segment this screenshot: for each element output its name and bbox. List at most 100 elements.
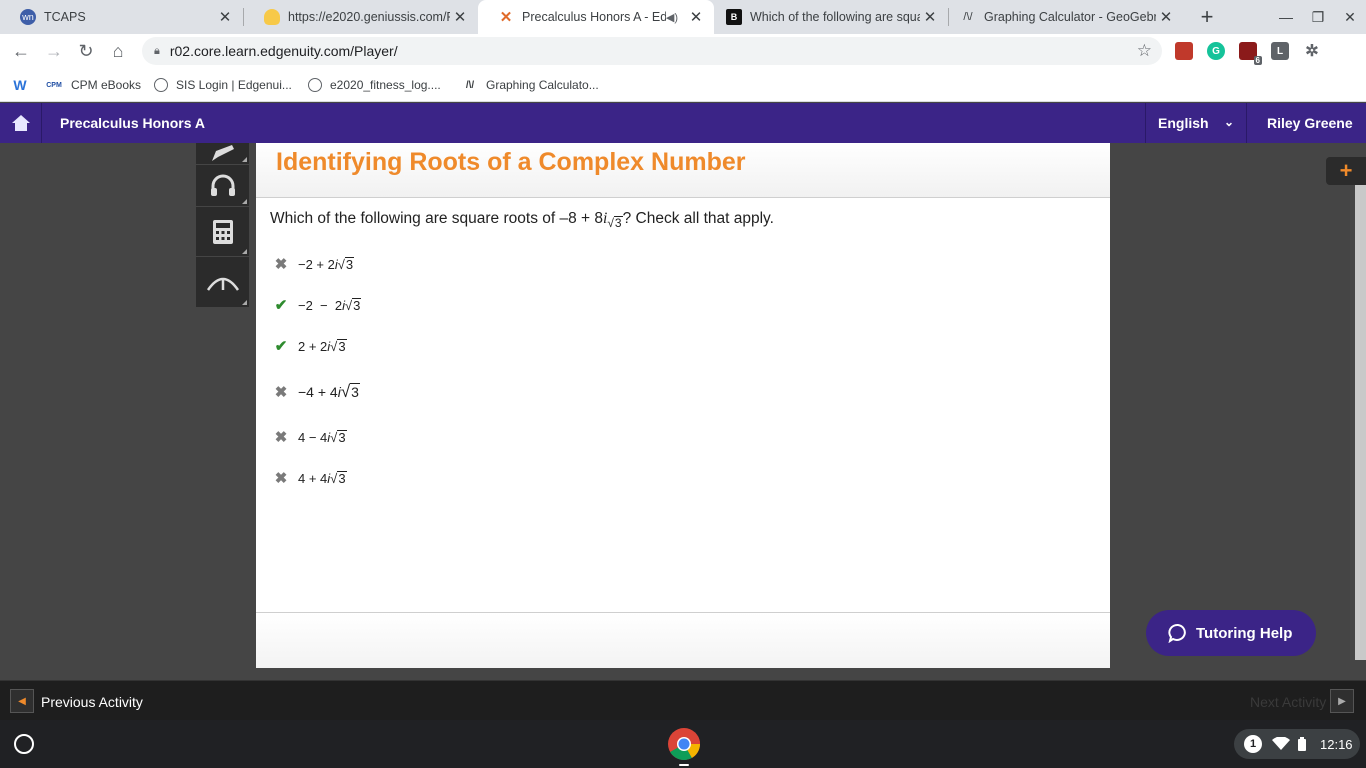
imaginary-unit: i bbox=[327, 338, 331, 354]
browser-toolbar: ← → ↻ ⌂ 🔒︎ r02.core.learn.edgenuity.com/… bbox=[0, 34, 1366, 68]
bookmarks-bar: W CPM CPM eBooks SIS Login | Edgenui... … bbox=[0, 68, 1366, 102]
puzzle-extensions-icon[interactable]: ✲ bbox=[1303, 42, 1321, 60]
chevron-down-icon: ⌄ bbox=[1223, 115, 1234, 129]
tab-title: https://e2020.geniussis.com/F bbox=[288, 10, 450, 24]
expand-plus-button[interactable]: + bbox=[1326, 157, 1366, 185]
expr-part: −4 + 4 bbox=[298, 384, 338, 400]
answer-option[interactable]: ✔ −2 − 2i√3 bbox=[272, 296, 362, 314]
launcher-icon[interactable] bbox=[14, 734, 34, 754]
new-tab-button[interactable]: + bbox=[1195, 4, 1219, 29]
home-button[interactable] bbox=[0, 103, 42, 143]
tutoring-help-button[interactable]: Tutoring Help bbox=[1146, 610, 1316, 656]
option-expression: 4 − 4i√3 bbox=[298, 429, 347, 445]
grammarly-extension-icon[interactable]: G bbox=[1207, 42, 1225, 60]
incorrect-x-icon: ✖ bbox=[274, 470, 288, 487]
tab-title: TCAPS bbox=[44, 10, 86, 24]
previous-arrow-button[interactable]: ◀ bbox=[10, 689, 34, 713]
page-scrollbar[interactable] bbox=[1355, 185, 1366, 660]
speaker-icon[interactable]: ◀) bbox=[666, 11, 678, 24]
clock-time: 12:16 bbox=[1320, 736, 1353, 752]
chat-bubble-icon bbox=[1168, 624, 1186, 643]
next-arrow-button[interactable]: ▶ bbox=[1330, 689, 1354, 713]
home-icon[interactable]: ⌂ bbox=[105, 38, 131, 64]
close-window-icon[interactable]: ✕ bbox=[1334, 0, 1366, 34]
browser-tab-edgenuity[interactable]: ✕ Precalculus Honors A - Edg ◀) ✕ bbox=[478, 0, 714, 34]
house-icon bbox=[11, 115, 30, 131]
browser-tab-genius[interactable]: https://e2020.geniussis.com/F ✕ bbox=[244, 0, 478, 34]
next-activity-link[interactable]: Next Activity bbox=[1250, 694, 1326, 710]
incorrect-x-icon: ✖ bbox=[274, 384, 288, 401]
calculator-tool[interactable] bbox=[196, 207, 249, 257]
calculator-icon bbox=[212, 219, 233, 244]
incorrect-x-icon: ✖ bbox=[274, 429, 288, 446]
bookmark-star-icon[interactable]: ☆ bbox=[1137, 41, 1152, 61]
radicand: 3 bbox=[337, 429, 347, 445]
answer-option[interactable]: ✔ 2 + 2i√3 bbox=[272, 337, 347, 355]
answer-option[interactable]: ✖ −2 + 2i√3 bbox=[272, 255, 355, 273]
minimize-icon[interactable]: — bbox=[1270, 0, 1302, 34]
language-dropdown[interactable]: English ⌄ bbox=[1145, 103, 1247, 143]
shield-extension-icon[interactable]: 6 bbox=[1239, 42, 1262, 65]
tools-panel bbox=[196, 143, 249, 307]
expr-part: 4 − 4 bbox=[298, 429, 328, 445]
answer-option[interactable]: ✖ −4 + 4i√ 3 bbox=[272, 382, 360, 402]
browser-tab-brainly[interactable]: B Which of the following are squa ✕ bbox=[706, 0, 948, 34]
reload-icon[interactable]: ↻ bbox=[73, 38, 99, 64]
answer-option[interactable]: ✖ 4 − 4i√3 bbox=[272, 428, 347, 446]
l-extension-icon[interactable]: L bbox=[1271, 42, 1289, 60]
option-expression: 4 + 4i√3 bbox=[298, 470, 347, 486]
bookmark-w[interactable]: W bbox=[12, 76, 36, 94]
radicand: 3 bbox=[613, 216, 623, 230]
imaginary-unit: i bbox=[327, 429, 331, 445]
lock-icon[interactable]: 🔒︎ bbox=[154, 45, 160, 58]
activity-navigation: ◀ Previous Activity Next Activity ▶ bbox=[0, 680, 1366, 720]
option-expression: −2 − 2i√3 bbox=[298, 297, 362, 313]
geogebra-icon: /\/ bbox=[465, 79, 475, 91]
book-extension-icon[interactable] bbox=[1175, 42, 1193, 60]
bookmark-graphing-calculator[interactable]: /\/ Graphing Calculato... bbox=[462, 76, 599, 94]
course-title[interactable]: Precalculus Honors A bbox=[60, 115, 205, 131]
answer-option[interactable]: ✖ 4 + 4i√3 bbox=[272, 469, 347, 487]
bookmark-label: SIS Login | Edgenui... bbox=[176, 78, 292, 92]
protractor-tool[interactable] bbox=[196, 257, 249, 307]
browser-tab-tcaps[interactable]: wn TCAPS ✕ bbox=[0, 0, 243, 34]
expr-part: −2 − 2 bbox=[298, 297, 343, 313]
close-icon[interactable]: ✕ bbox=[215, 7, 235, 27]
tab-strip: wn TCAPS ✕ https://e2020.geniussis.com/F… bbox=[0, 0, 1366, 34]
bookmark-cpm-ebooks[interactable]: CPM CPM eBooks bbox=[45, 76, 141, 94]
bookmark-sis-login[interactable]: SIS Login | Edgenui... bbox=[154, 76, 292, 94]
status-tray[interactable]: 1 12:16 bbox=[1234, 729, 1360, 759]
forward-arrow-icon[interactable]: → bbox=[41, 38, 67, 64]
browser-tab-geogebra[interactable]: /\/ Graphing Calculator - GeoGebra ✕ bbox=[940, 0, 1184, 34]
address-bar[interactable]: 🔒︎ r02.core.learn.edgenuity.com/Player/ … bbox=[142, 37, 1162, 65]
audio-tool[interactable] bbox=[196, 165, 249, 207]
chrome-active-indicator bbox=[679, 764, 689, 766]
back-arrow-icon[interactable]: ← bbox=[8, 38, 34, 64]
notification-count[interactable]: 1 bbox=[1244, 735, 1262, 753]
sqrt-radical: √3 bbox=[607, 216, 623, 230]
checkmark-icon: ✔ bbox=[274, 338, 288, 355]
bookmark-fitness-log[interactable]: e2020_fitness_log.... bbox=[308, 76, 441, 94]
pencil-tool[interactable] bbox=[196, 143, 249, 165]
previous-activity-link[interactable]: Previous Activity bbox=[41, 694, 143, 710]
restore-icon[interactable]: ❐ bbox=[1302, 0, 1334, 34]
close-icon[interactable]: ✕ bbox=[450, 7, 470, 27]
imaginary-unit: i bbox=[327, 470, 331, 486]
brainly-favicon-icon: B bbox=[726, 9, 742, 25]
compass-icon bbox=[206, 277, 239, 291]
lesson-title: Identifying Roots of a Complex Number bbox=[276, 148, 746, 176]
user-name[interactable]: Riley Greene bbox=[1267, 115, 1353, 131]
activity-content: Identifying Roots of a Complex Number Wh… bbox=[256, 143, 1110, 668]
chrome-icon[interactable] bbox=[667, 727, 701, 761]
bookmark-label: CPM eBooks bbox=[71, 78, 142, 92]
globe-icon bbox=[154, 78, 168, 92]
question-suffix: ? Check all that apply. bbox=[622, 210, 774, 227]
tab-title: Which of the following are squa bbox=[750, 10, 920, 24]
close-icon[interactable]: ✕ bbox=[920, 7, 940, 27]
close-icon[interactable]: ✕ bbox=[1156, 7, 1176, 27]
close-icon[interactable]: ✕ bbox=[686, 7, 706, 27]
radicand: 3 bbox=[337, 470, 347, 486]
bookmark-label: e2020_fitness_log.... bbox=[330, 78, 441, 92]
option-expression: −2 + 2i√3 bbox=[298, 256, 355, 272]
corner-indicator bbox=[242, 199, 247, 204]
